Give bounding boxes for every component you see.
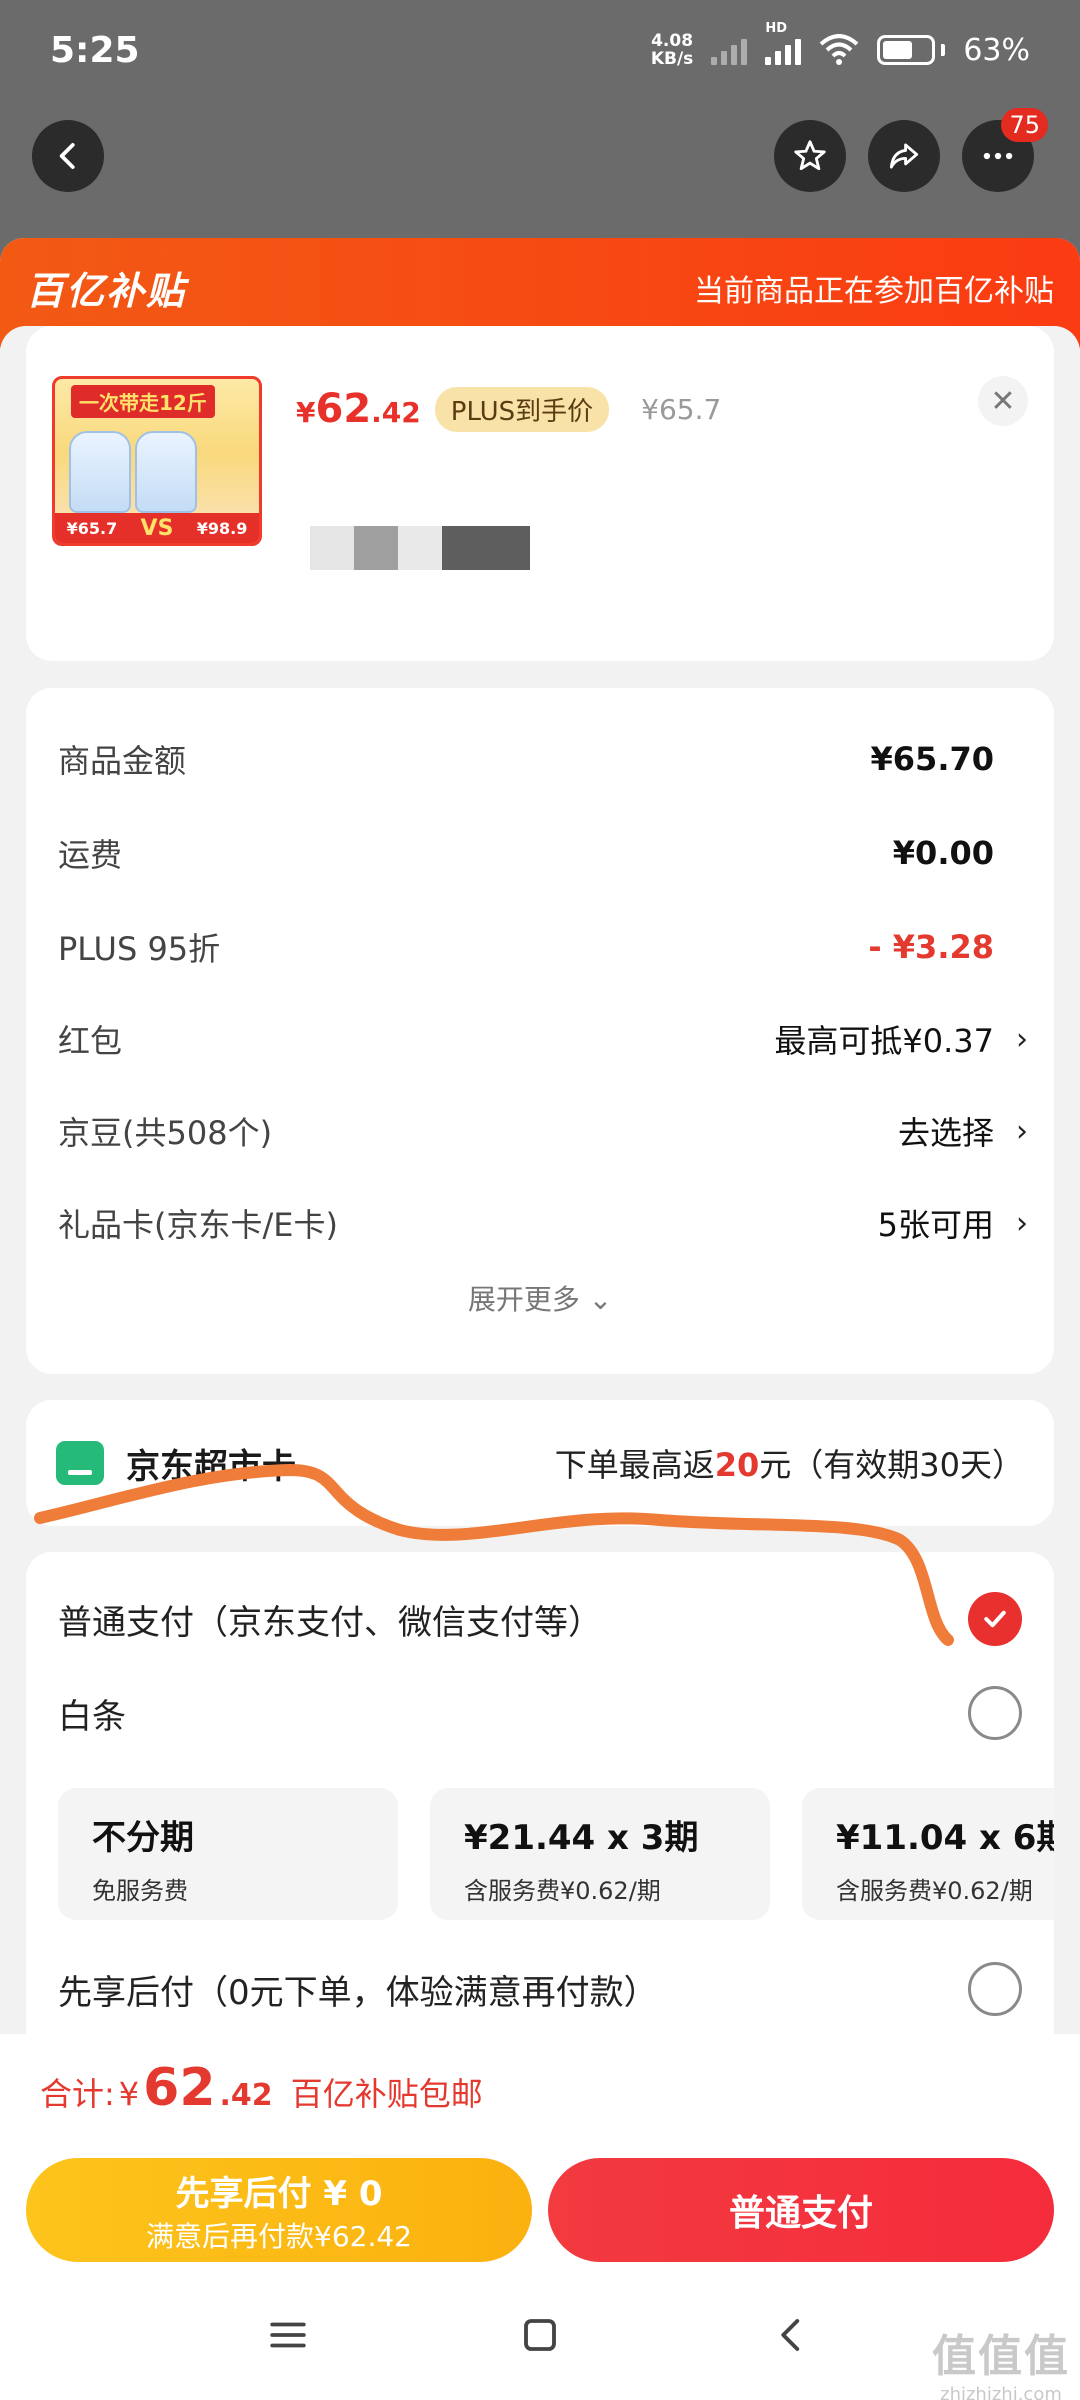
- pay-option-normal[interactable]: 普通支付（京东支付、微信支付等）: [58, 1592, 1022, 1646]
- thumb-tag: 一次带走12斤: [71, 385, 215, 418]
- chevron-left-icon: [59, 143, 75, 169]
- breakdown-row-gift-card[interactable]: 礼品卡(京东卡/E卡) 5张可用 ›: [58, 1200, 1028, 1246]
- installment-plans: 不分期 免服务费 ¥21.44 x 3期 含服务费¥0.62/期 ¥11.04 …: [58, 1788, 1054, 1920]
- pay-later-button[interactable]: 先享后付 ¥ 0 满意后再付款¥62.42: [26, 2158, 532, 2262]
- breakdown-row-subtotal: 商品金额 ¥65.70: [58, 740, 994, 780]
- breakdown-row-jd-beans[interactable]: 京豆(共508个) 去选择 ›: [58, 1108, 1028, 1154]
- supermarket-card-title: 京东超市卡: [126, 1446, 296, 1487]
- radio-checked[interactable]: [968, 1592, 1022, 1646]
- system-navigation-bar: [0, 2290, 1080, 2380]
- radio-unchecked[interactable]: [968, 1962, 1022, 2016]
- expand-more-button[interactable]: 展开更多 ⌄: [26, 1278, 1054, 1318]
- status-icons: 4.08 KB/s HD 63%: [650, 21, 1030, 69]
- battery-level: 63%: [963, 32, 1030, 68]
- back-icon[interactable]: [771, 2314, 813, 2356]
- blurred-spec: [310, 526, 530, 570]
- thumb-price-strip: ¥65.7 VS ¥98.9: [55, 513, 259, 543]
- supermarket-card-promo[interactable]: 京东超市卡 下单最高返20元（有效期30天）: [26, 1400, 1054, 1526]
- more-button[interactable]: 75: [962, 108, 1048, 192]
- subsidy-note: 当前商品正在参加百亿补贴: [694, 274, 1054, 309]
- breakdown-row-red-packet[interactable]: 红包 最高可抵¥0.37 ›: [58, 1016, 1028, 1062]
- bottle-image: [135, 431, 197, 513]
- menu-icon[interactable]: [267, 2314, 309, 2356]
- clock: 5:25: [50, 29, 140, 71]
- chevron-right-icon: ›: [1016, 1205, 1028, 1241]
- notification-badge: 75: [1001, 108, 1048, 142]
- card-wallet-icon: [56, 1441, 104, 1485]
- payment-methods: 普通支付（京东支付、微信支付等） 白条 不分期 免服务费 ¥21.44 x 3期…: [26, 1552, 1054, 2072]
- home-icon[interactable]: [519, 2314, 561, 2356]
- final-price: ¥62.42: [296, 386, 421, 432]
- installment-plan-none[interactable]: 不分期 免服务费: [58, 1788, 398, 1920]
- bottle-image: [69, 431, 131, 513]
- pay-option-pay-later[interactable]: 先享后付（0元下单，体验满意再付款）: [58, 1962, 1022, 2016]
- installment-plan-6[interactable]: ¥11.04 x 6期 含服务费¥0.62/期: [802, 1788, 1054, 1920]
- plus-price-tag: PLUS到手价: [434, 386, 610, 432]
- radio-unchecked[interactable]: [968, 1686, 1022, 1740]
- share-icon: [889, 143, 919, 169]
- product-thumbnail[interactable]: 一次带走12斤 ¥65.7 VS ¥98.9: [52, 376, 262, 546]
- checkmark-icon: [984, 1610, 1006, 1628]
- pay-option-baitiao[interactable]: 白条: [58, 1686, 1022, 1740]
- price-row: ¥62.42 PLUS到手价 ¥65.7: [296, 386, 721, 432]
- chevron-right-icon: ›: [1016, 1021, 1028, 1057]
- subsidy-logo: 百亿补贴: [26, 269, 187, 313]
- back-button[interactable]: [32, 120, 104, 192]
- order-total: 合计: ¥ 62 .42 百亿补贴包邮: [40, 2058, 483, 2118]
- breakdown-row-shipping: 运费 ¥0.00: [58, 834, 994, 874]
- product-summary: 一次带走12斤 ¥65.7 VS ¥98.9 ¥62.42 PLUS到手价 ¥6…: [26, 326, 1054, 661]
- favorite-button[interactable]: [774, 120, 846, 192]
- wifi-icon: [819, 34, 859, 65]
- star-icon: [794, 140, 826, 171]
- supermarket-card-cashback: 下单最高返20元（有效期30天）: [554, 1446, 1024, 1484]
- signal-icon-sim1: [711, 35, 748, 65]
- breakdown-row-plus-discount: PLUS 95折 - ¥3.28: [58, 928, 994, 968]
- battery-icon: [877, 35, 946, 65]
- close-button[interactable]: ✕: [978, 376, 1028, 426]
- status-bar: 5:25 4.08 KB/s HD 63%: [0, 0, 1080, 100]
- close-icon: ✕: [990, 383, 1016, 419]
- site-watermark: 值值值 zhizhizhi.com: [932, 2331, 1070, 2400]
- price-breakdown: 商品金额 ¥65.70 运费 ¥0.00 PLUS 95折 - ¥3.28 红包…: [26, 688, 1054, 1374]
- normal-pay-button[interactable]: 普通支付: [548, 2158, 1054, 2262]
- share-button[interactable]: [868, 120, 940, 192]
- original-price: ¥65.7: [641, 392, 722, 426]
- signal-icon-sim2: HD: [765, 21, 802, 65]
- chevron-right-icon: ›: [1016, 1113, 1028, 1149]
- more-dots-icon: [983, 152, 1013, 160]
- installment-plan-3[interactable]: ¥21.44 x 3期 含服务费¥0.62/期: [430, 1788, 770, 1920]
- network-speed: 4.08 KB/s: [650, 31, 694, 69]
